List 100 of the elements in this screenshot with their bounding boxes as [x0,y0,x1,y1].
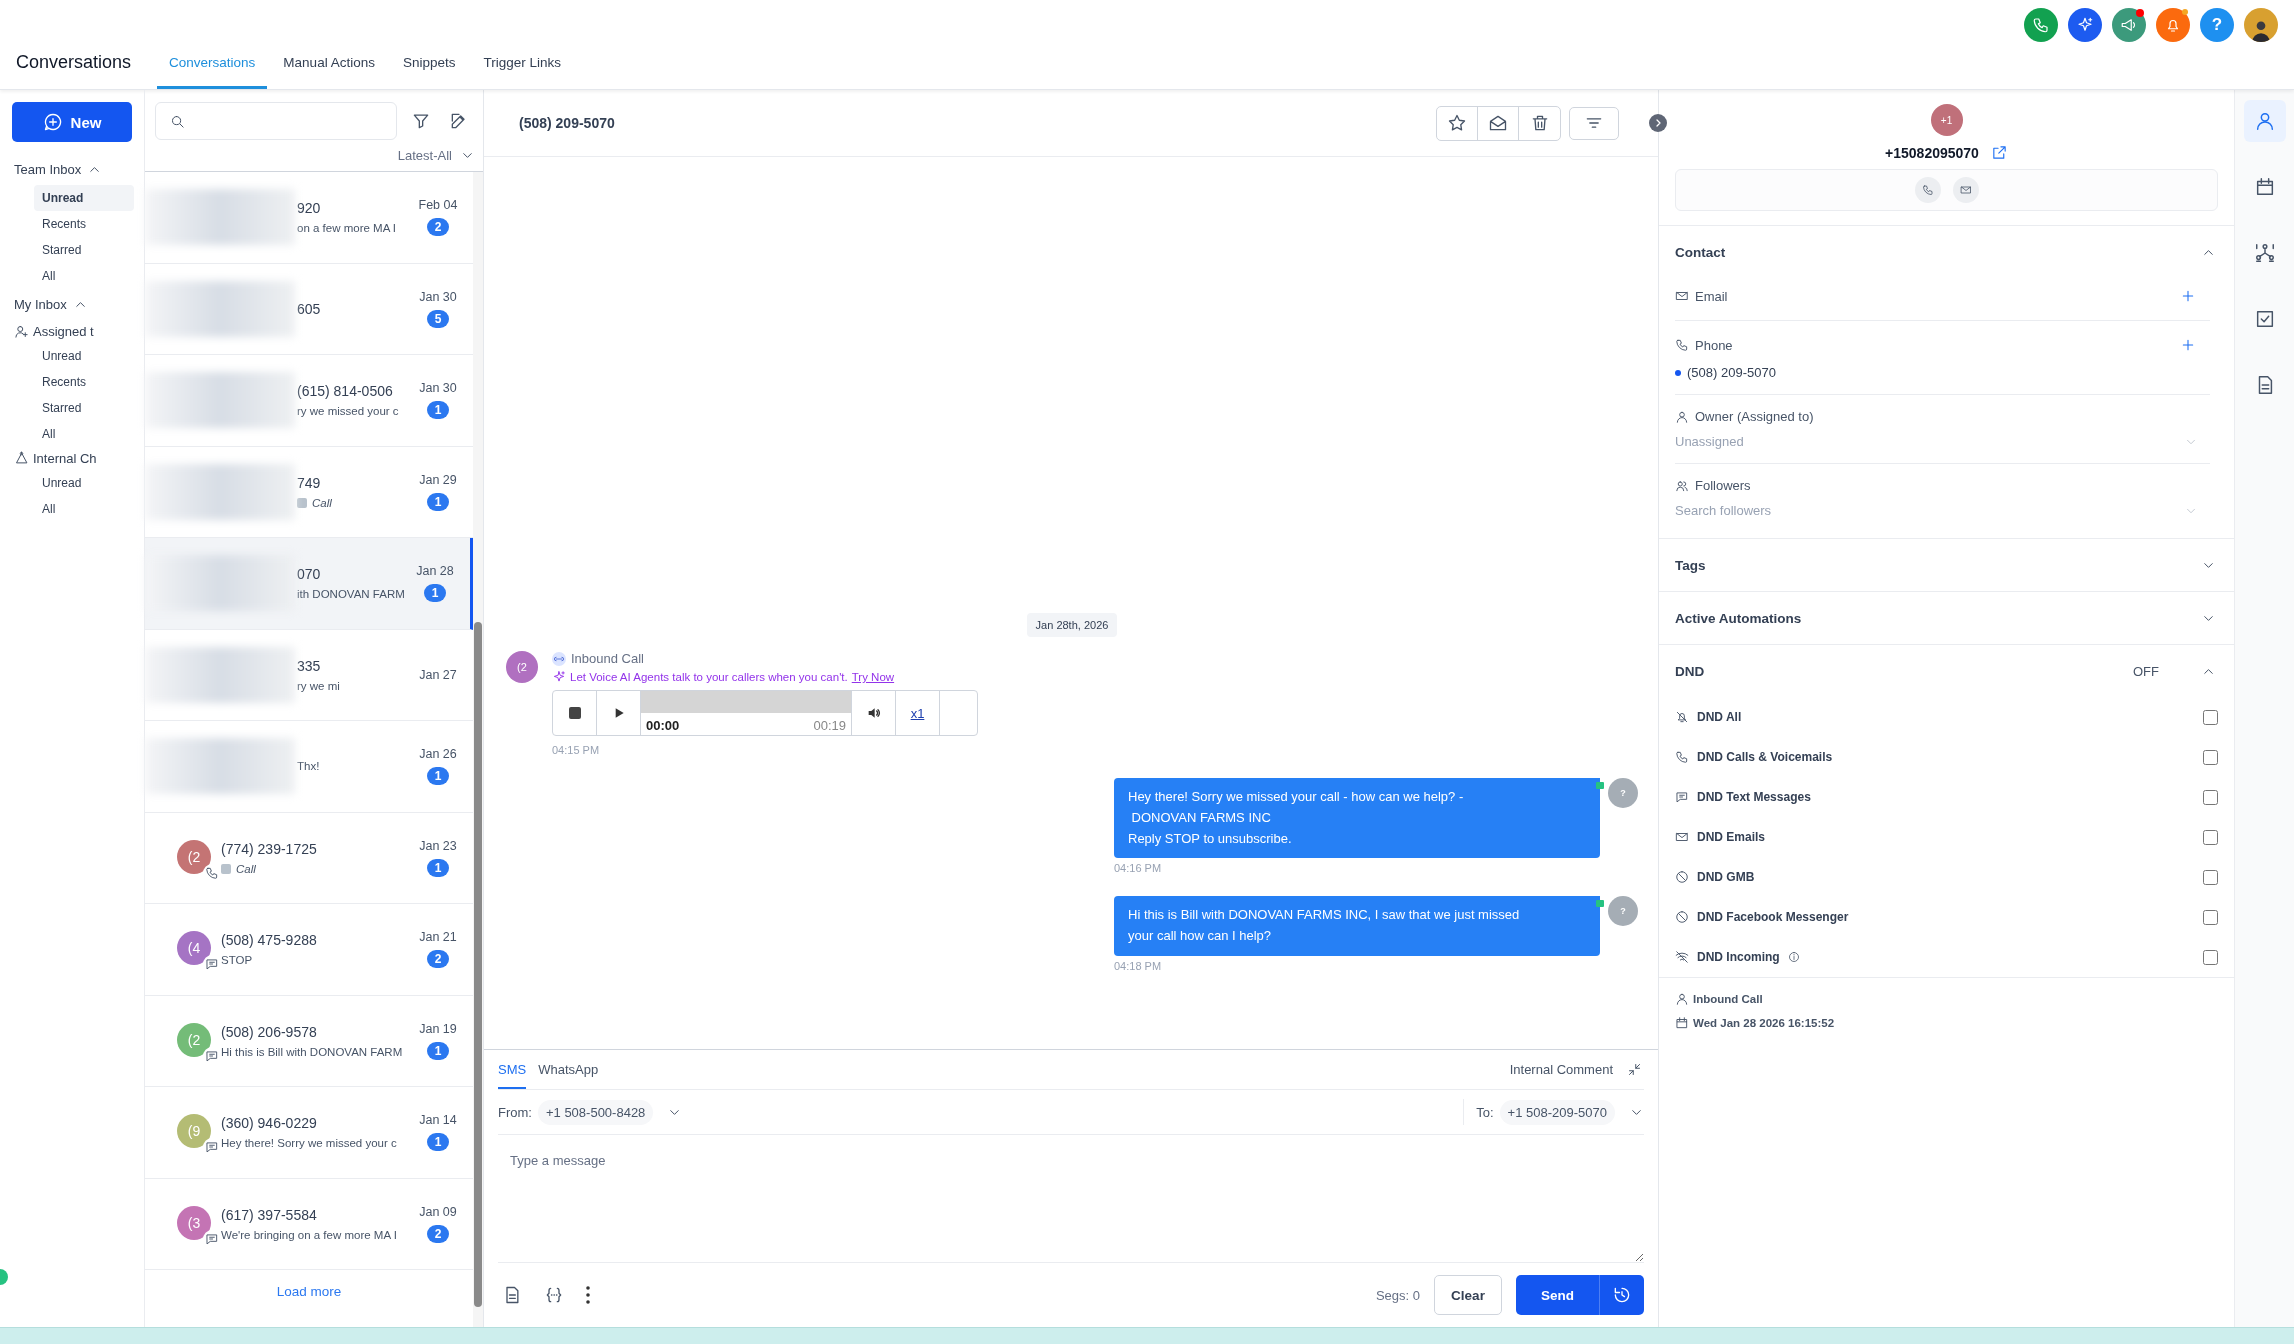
field-label: Followers [1695,478,1751,493]
braces-icon [544,1285,564,1305]
inbox-section[interactable]: My Inbox [12,289,90,320]
nav-item[interactable]: All [34,263,134,289]
to-number-dropdown[interactable]: +1 508-209-5070 [1499,1099,1615,1125]
notification-dot [2136,9,2144,17]
dnd-checkbox[interactable] [2203,709,2218,725]
sort-dropdown[interactable]: Latest-All [397,148,475,163]
conversation-item[interactable]: 605 Jan 30 5 [145,263,473,355]
message-preview: Call [312,496,332,509]
conversation-item[interactable]: (2 (774) 239-1725 Call Jan 23 1 [145,812,473,904]
inbox-group[interactable]: Assigned t [12,320,96,343]
nav-item[interactable]: All [34,421,134,447]
inbox-group[interactable]: Internal Ch [12,447,99,470]
bell-button[interactable] [2156,8,2190,42]
conversation-item[interactable]: 749 Call Jan 29 1 [145,446,473,538]
unread-count: 1 [426,858,450,877]
collapse-button[interactable] [1649,114,1667,132]
shrink-icon [1627,1062,1642,1077]
new-button[interactable]: New [12,102,132,142]
conversation-item[interactable]: (3 (617) 397-5584 We're bringing on a few more MA I Jan 09 2 [145,1178,473,1270]
search-field[interactable] [155,102,397,140]
dnd-checkbox[interactable] [2203,949,2218,965]
message-icon [205,1140,219,1155]
nav-item[interactable]: All [34,496,134,522]
select-placeholder: Unassigned [1675,434,1744,449]
contact-avatar: (9 [177,1114,211,1149]
from-number-dropdown[interactable]: +1 508-500-8428 [537,1099,654,1125]
message-date: Jan 14 [419,1113,457,1128]
megaphone-button[interactable] [2112,8,2146,42]
unread-count: 1 [423,584,447,603]
promo-text: Let Voice AI Agents talk to your callers when you can't. [570,671,848,683]
page-title: Conversations [15,52,133,74]
user-plus-icon [14,324,29,339]
mail-icon [1675,289,1689,303]
load-more-link[interactable]: Load more [145,1270,473,1313]
speed-button[interactable]: x1 [896,691,940,735]
sms-icon [1596,900,1604,908]
sparkle-icon [552,670,566,684]
conversation-title: (508) 209-5070 [519,115,616,131]
message-preview: Thx! [297,760,320,773]
dnd-checkbox[interactable] [2203,829,2218,845]
conversation-item[interactable]: 070 ith DONOVAN FARM Jan 28 1 [145,538,473,630]
dnd-checkbox[interactable] [2203,789,2218,805]
nav-item[interactable]: Unread [34,185,134,211]
more-icon [586,1286,590,1304]
try-now-link[interactable]: Try Now [851,671,895,683]
nav-item[interactable]: Starred [34,237,134,263]
conversation-item[interactable]: (9 (360) 946-0229 Hey there! Sorry we missed your c Jan 14 1 [145,1087,473,1179]
internal-comment-tab[interactable]: Internal Comment [1509,1050,1613,1089]
message-icon [205,957,219,972]
user-icon [1675,992,1689,1006]
dnd-option-label: DND Emails [1697,830,1766,844]
signal-off-icon [1675,950,1689,964]
progress-track[interactable]: 00:00 00:19 [641,691,852,735]
dnd-checkbox[interactable] [2203,869,2218,885]
phone-button[interactable] [2024,8,2058,42]
block-icon [1675,870,1689,884]
contact-avatar: (4 [177,931,211,966]
nav-item[interactable]: Unread [34,343,134,369]
inbox-section[interactable]: Team Inbox [12,154,105,185]
stop-icon [568,707,581,719]
conversation-item[interactable]: (615) 814-0506 ry we missed your c Jan 30 1 [145,355,473,447]
conversation-item[interactable]: (2 (508) 206-9578 Hi this is Bill with DONOVAN FARM Jan 19 1 [145,995,473,1087]
phone-icon [2032,16,2050,34]
dnd-checkbox[interactable] [2203,909,2218,925]
message-preview: We're bringing on a few more MA I [221,1228,397,1241]
clear-button[interactable]: Clear [1434,1275,1502,1315]
call-button[interactable] [1914,177,1941,203]
message-date: Jan 29 [419,472,457,487]
contact-name: (508) 206-9578 [221,1023,318,1040]
scrollbar[interactable] [473,172,483,1327]
nav-item[interactable]: Unread [34,470,134,496]
conversation-item[interactable]: (4 (508) 475-9288 STOP Jan 21 2 [145,904,473,996]
tab[interactable]: Manual Actions [271,55,387,89]
nav-item[interactable]: Starred [34,395,134,421]
profile-avatar[interactable] [2244,8,2278,42]
message-preview: ith DONOVAN FARM [297,588,405,601]
email-button[interactable] [1952,177,1979,203]
channel-tab[interactable]: WhatsApp [538,1050,599,1089]
channel-tab[interactable]: SMS [498,1050,527,1089]
contact-phone: +15082095070 [1885,144,1979,161]
nav-item[interactable]: Recents [34,369,134,395]
conversation-item[interactable]: 335 ry we mi Jan 27 [145,629,473,721]
block-icon [1675,910,1689,924]
nav-item[interactable]: Recents [34,211,134,237]
contact-name: (615) 814-0506 [297,383,394,400]
tab[interactable]: Snippets [390,55,468,89]
tab[interactable]: Conversations [157,55,268,89]
link-icon [552,651,566,666]
dnd-checkbox[interactable] [2203,749,2218,765]
sparkle-button[interactable] [2068,8,2102,42]
message-icon [205,1048,219,1063]
contact-tab[interactable] [2243,100,2286,142]
external-link-icon [1990,144,2008,161]
conversation-item[interactable]: Thx! Jan 26 1 [145,721,473,813]
conversation-item[interactable]: 920 on a few more MA I Feb 04 2 [145,172,473,264]
message-date: Jan 30 [419,381,457,396]
tab[interactable]: Trigger Links [471,55,573,89]
open-contact-link[interactable] [1990,144,2008,161]
